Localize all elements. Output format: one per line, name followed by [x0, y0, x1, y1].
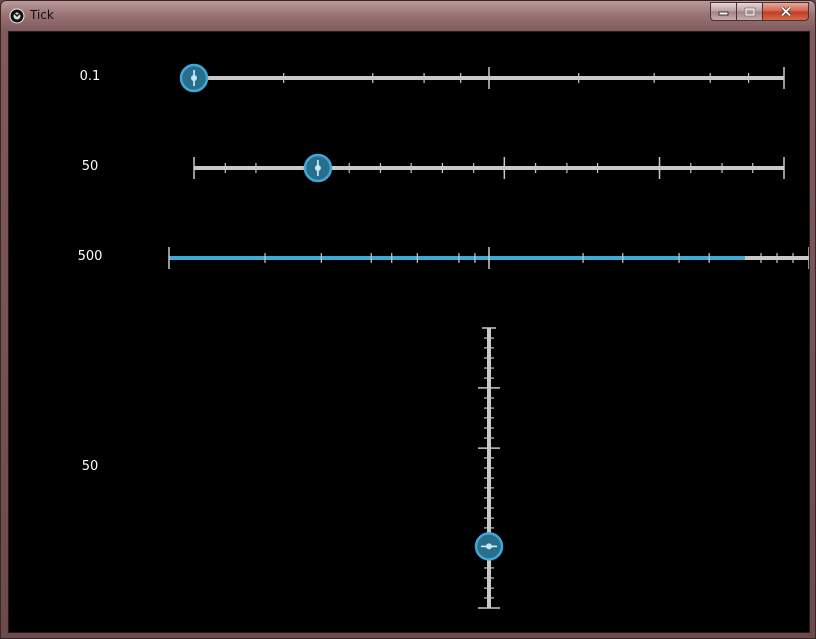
close-button[interactable] — [763, 2, 809, 21]
caption-buttons — [710, 2, 809, 22]
close-icon — [780, 6, 791, 17]
maximize-button[interactable] — [737, 2, 763, 21]
minimize-icon — [718, 11, 729, 16]
app-icon — [9, 8, 25, 24]
window-title: Tick — [30, 8, 54, 22]
minimize-button[interactable] — [710, 2, 737, 21]
maximize-icon — [744, 7, 755, 16]
title-bar[interactable]: Tick — [1, 1, 815, 31]
client-area: 0.1 50 500 50 — [8, 31, 810, 633]
slider-knob-center — [486, 543, 492, 550]
sliders-canvas — [168, 63, 809, 609]
app-window: Tick 0.1 50 500 50 — [0, 0, 816, 639]
slider-knob-center — [314, 165, 321, 171]
slider-knob-center — [191, 75, 197, 81]
